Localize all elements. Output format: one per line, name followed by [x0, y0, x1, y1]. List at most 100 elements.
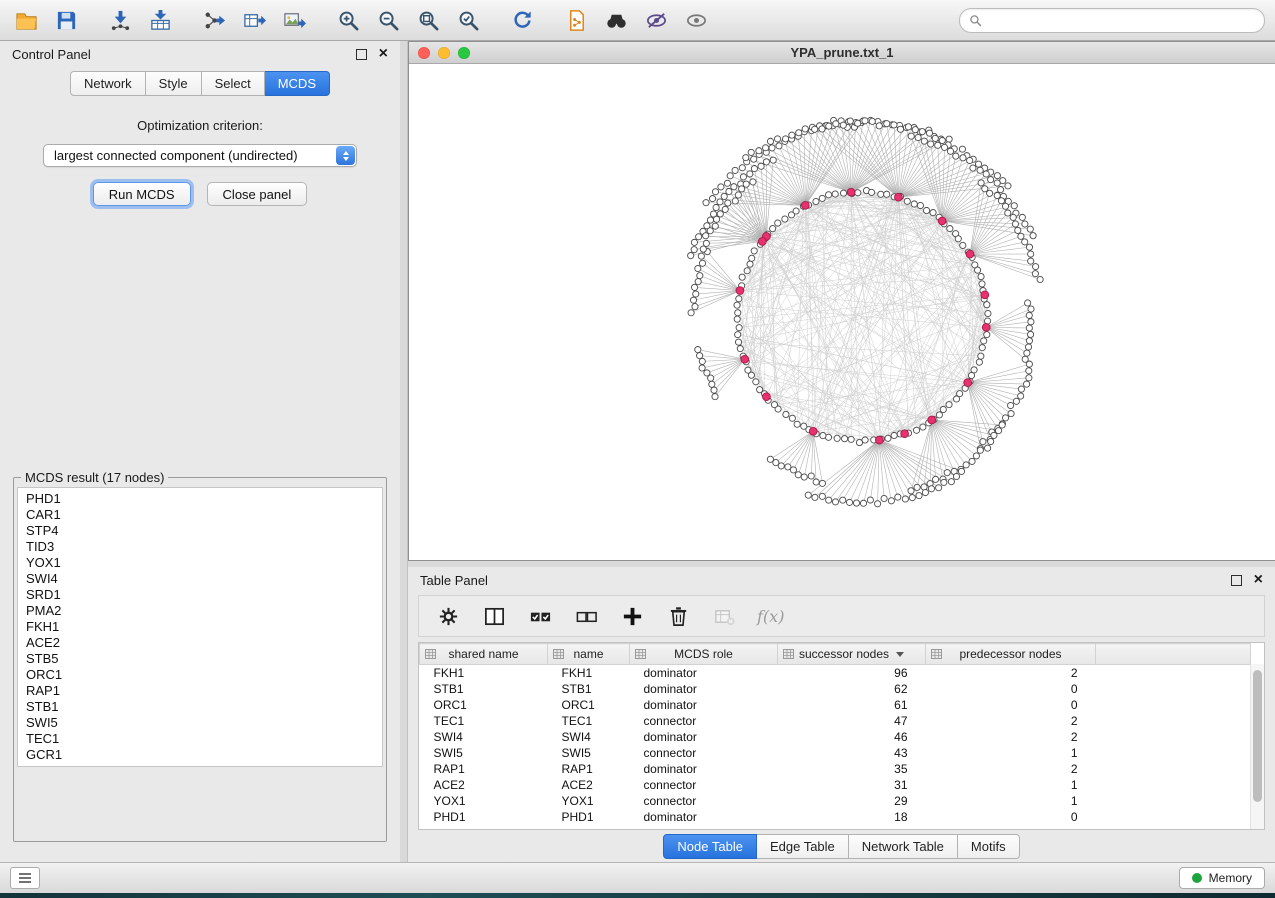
mcds-result-item[interactable]: CAR1: [26, 507, 374, 523]
function-builder-icon[interactable]: f(x): [757, 607, 784, 626]
tab-node-table[interactable]: Node Table: [663, 834, 757, 859]
zoom-fit-icon[interactable]: [412, 5, 444, 35]
float-panel-icon[interactable]: [356, 49, 367, 60]
table-row[interactable]: ACE2ACE2connector311: [420, 777, 1251, 793]
export-table-icon[interactable]: [238, 5, 270, 35]
window-minimize-icon[interactable]: [438, 47, 450, 59]
cell-MCDS-role[interactable]: dominator: [630, 681, 778, 697]
cell-MCDS-role[interactable]: dominator: [630, 729, 778, 745]
cell-shared-name[interactable]: PHD1: [420, 809, 548, 825]
save-session-icon[interactable]: [50, 5, 82, 35]
cell-predecessor-nodes[interactable]: 0: [926, 681, 1096, 697]
cell-shared-name[interactable]: YOX1: [420, 793, 548, 809]
refresh-view-icon[interactable]: [506, 5, 538, 35]
network-graph[interactable]: [409, 64, 1275, 560]
column-header-MCDS-role[interactable]: MCDS role: [630, 644, 778, 665]
mcds-result-list[interactable]: PHD1CAR1STP4TID3YOX1SWI4SRD1PMA2FKH1ACE2…: [17, 487, 383, 767]
cell-predecessor-nodes[interactable]: 0: [926, 697, 1096, 713]
optimization-criterion-select[interactable]: largest connected component (undirected): [43, 144, 357, 167]
close-table-panel-icon[interactable]: ×: [1254, 574, 1263, 586]
cell-MCDS-role[interactable]: dominator: [630, 809, 778, 825]
memory-button[interactable]: Memory: [1179, 867, 1265, 889]
window-maximize-icon[interactable]: [458, 47, 470, 59]
float-table-panel-icon[interactable]: [1231, 575, 1242, 586]
cell-name[interactable]: SWI5: [548, 745, 630, 761]
cell-predecessor-nodes[interactable]: 2: [926, 761, 1096, 777]
search-box[interactable]: [959, 8, 1265, 33]
mcds-result-item[interactable]: GCR1: [26, 747, 374, 763]
close-panel-button[interactable]: Close panel: [207, 182, 308, 206]
zoom-in-icon[interactable]: [332, 5, 364, 35]
show-graphics-icon[interactable]: [680, 5, 712, 35]
cell-successor-nodes[interactable]: 35: [778, 761, 926, 777]
network-canvas[interactable]: [409, 64, 1275, 560]
mcds-result-item[interactable]: FKH1: [26, 619, 374, 635]
cell-successor-nodes[interactable]: 18: [778, 809, 926, 825]
table-row[interactable]: SWI4SWI4dominator462: [420, 729, 1251, 745]
cell-successor-nodes[interactable]: 46: [778, 729, 926, 745]
cell-shared-name[interactable]: STB1: [420, 681, 548, 697]
mcds-result-item[interactable]: STB5: [26, 651, 374, 667]
cell-name[interactable]: YOX1: [548, 793, 630, 809]
run-mcds-button[interactable]: Run MCDS: [93, 182, 191, 206]
tab-style[interactable]: Style: [146, 71, 202, 96]
cell-MCDS-role[interactable]: connector: [630, 793, 778, 809]
window-close-icon[interactable]: [418, 47, 430, 59]
table-row[interactable]: SWI5SWI5connector431: [420, 745, 1251, 761]
delete-column-icon[interactable]: [665, 603, 691, 629]
column-layout-icon[interactable]: [481, 603, 507, 629]
cell-name[interactable]: FKH1: [548, 665, 630, 682]
mcds-result-item[interactable]: STP4: [26, 523, 374, 539]
zoom-selected-icon[interactable]: [452, 5, 484, 35]
close-panel-icon[interactable]: ×: [379, 48, 388, 60]
import-network-icon[interactable]: [104, 5, 136, 35]
tab-network[interactable]: Network: [70, 71, 146, 96]
mcds-result-item[interactable]: TID3: [26, 539, 374, 555]
cell-shared-name[interactable]: SWI5: [420, 745, 548, 761]
mcds-result-item[interactable]: YOX1: [26, 555, 374, 571]
mcds-result-item[interactable]: SWI5: [26, 715, 374, 731]
cell-MCDS-role[interactable]: dominator: [630, 697, 778, 713]
open-session-icon[interactable]: [10, 5, 42, 35]
table-row[interactable]: PHD1PHD1dominator180: [420, 809, 1251, 825]
cell-MCDS-role[interactable]: connector: [630, 713, 778, 729]
mcds-result-item[interactable]: ACE2: [26, 635, 374, 651]
create-column-icon[interactable]: [619, 603, 645, 629]
cell-shared-name[interactable]: ORC1: [420, 697, 548, 713]
cell-name[interactable]: TEC1: [548, 713, 630, 729]
table-row[interactable]: TEC1TEC1connector472: [420, 713, 1251, 729]
column-header-shared-name[interactable]: shared name: [420, 644, 548, 665]
cell-name[interactable]: ORC1: [548, 697, 630, 713]
cell-shared-name[interactable]: SWI4: [420, 729, 548, 745]
table-row[interactable]: STB1STB1dominator620: [420, 681, 1251, 697]
table-scrollbar-thumb[interactable]: [1253, 670, 1262, 802]
cell-name[interactable]: SWI4: [548, 729, 630, 745]
select-all-icon[interactable]: [527, 603, 553, 629]
cell-shared-name[interactable]: ACE2: [420, 777, 548, 793]
import-table-icon[interactable]: [144, 5, 176, 35]
export-network-icon[interactable]: [198, 5, 230, 35]
mcds-result-item[interactable]: TEC1: [26, 731, 374, 747]
cell-MCDS-role[interactable]: connector: [630, 745, 778, 761]
cell-successor-nodes[interactable]: 96: [778, 665, 926, 682]
column-header-predecessor-nodes[interactable]: predecessor nodes: [926, 644, 1096, 665]
tab-motifs[interactable]: Motifs: [958, 834, 1020, 859]
table-scrollbar[interactable]: [1250, 664, 1264, 829]
mcds-result-item[interactable]: ORC1: [26, 667, 374, 683]
mcds-result-item[interactable]: RAP1: [26, 683, 374, 699]
cell-predecessor-nodes[interactable]: 0: [926, 809, 1096, 825]
cell-name[interactable]: RAP1: [548, 761, 630, 777]
cell-MCDS-role[interactable]: dominator: [630, 761, 778, 777]
cell-shared-name[interactable]: FKH1: [420, 665, 548, 682]
panel-splitter[interactable]: [400, 41, 408, 862]
mcds-result-item[interactable]: SWI4: [26, 571, 374, 587]
cell-MCDS-role[interactable]: dominator: [630, 665, 778, 682]
cell-predecessor-nodes[interactable]: 2: [926, 665, 1096, 682]
delete-table-icon[interactable]: [711, 603, 737, 629]
cell-successor-nodes[interactable]: 47: [778, 713, 926, 729]
cell-predecessor-nodes[interactable]: 2: [926, 713, 1096, 729]
zoom-out-icon[interactable]: [372, 5, 404, 35]
tab-select[interactable]: Select: [202, 71, 265, 96]
cell-successor-nodes[interactable]: 43: [778, 745, 926, 761]
table-row[interactable]: FKH1FKH1dominator962: [420, 665, 1251, 682]
